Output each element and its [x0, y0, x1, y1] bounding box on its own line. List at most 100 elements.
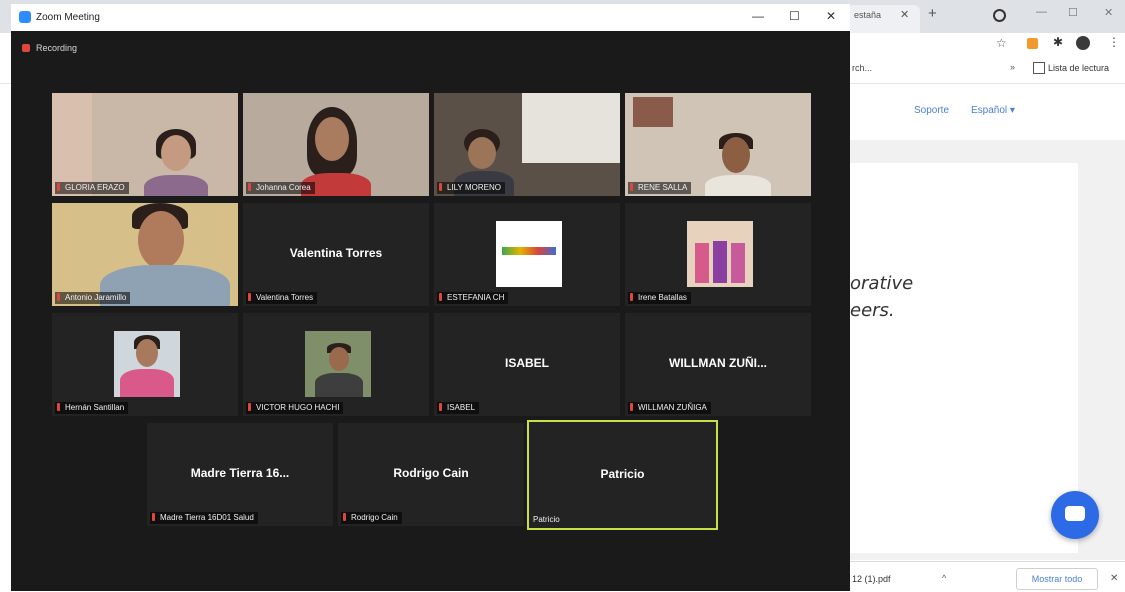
mic-muted-icon: [248, 403, 251, 411]
participant-tile[interactable]: LILY MORENO: [434, 93, 620, 196]
participant-display-name: Patricio: [600, 467, 645, 481]
participant-tile[interactable]: WILLMAN ZUÑI... WILLMAN ZUÑIGA: [625, 313, 811, 416]
participant-display-name: Madre Tierra 16...: [190, 466, 290, 480]
profile-picture-person: [329, 347, 349, 371]
recording-icon: [22, 44, 30, 52]
show-all-downloads-button[interactable]: Mostrar todo: [1016, 568, 1098, 590]
mic-muted-icon: [630, 403, 633, 411]
page-text-line: orative: [850, 273, 914, 294]
close-button[interactable]: ✕: [826, 9, 836, 23]
zoom-logo-icon: [19, 11, 31, 23]
video-person: [705, 175, 771, 196]
participant-tile[interactable]: Madre Tierra 16... Madre Tierra 16D01 Sa…: [147, 423, 333, 526]
browser-tab-close-icon[interactable]: ✕: [900, 8, 909, 21]
video-background: [52, 93, 92, 196]
video-background: [633, 97, 673, 127]
participant-tile[interactable]: Hernán Santillan: [52, 313, 238, 416]
profile-picture-person: [120, 369, 174, 397]
profile-picture: [305, 331, 371, 397]
mic-muted-icon: [57, 183, 60, 191]
participant-tile[interactable]: ESTEFANIA CH: [434, 203, 620, 306]
bookmark-star-icon[interactable]: ☆: [996, 36, 1007, 50]
extensions-puzzle-icon[interactable]: ✱: [1053, 35, 1063, 49]
browser-menu-icon[interactable]: ⋮: [1108, 35, 1120, 49]
mic-muted-icon: [248, 183, 251, 191]
participant-tile[interactable]: VICTOR HUGO HACHI: [243, 313, 429, 416]
bookmark-item[interactable]: rch...: [852, 63, 872, 73]
participant-tile[interactable]: ISABEL ISABEL: [434, 313, 620, 416]
participant-tile[interactable]: Irene Batallas: [625, 203, 811, 306]
participant-tile[interactable]: Johanna Corea: [243, 93, 429, 196]
participant-display-name: Rodrigo Cain: [393, 466, 469, 480]
bookmarks-overflow-icon[interactable]: »: [1010, 62, 1015, 72]
window-title: Zoom Meeting: [36, 12, 100, 23]
video-person: [138, 211, 184, 269]
profile-picture: [114, 331, 180, 397]
zoom-titlebar: Zoom Meeting — ☐ ✕: [11, 4, 850, 31]
mic-muted-icon: [439, 293, 442, 301]
download-file-name[interactable]: 12 (1).pdf: [852, 574, 891, 584]
mic-muted-icon: [630, 293, 633, 301]
profile-picture-figure: [695, 243, 709, 283]
browser-minimize-button[interactable]: —: [1036, 6, 1047, 18]
participant-tile[interactable]: RENE SALLA: [625, 93, 811, 196]
mic-muted-icon: [57, 293, 60, 301]
browser-tab-title[interactable]: estaña: [854, 10, 881, 20]
participant-name-label: GLORIA ERAZO: [55, 182, 129, 194]
video-person: [468, 137, 496, 169]
profile-picture-person: [315, 373, 363, 397]
mic-muted-icon: [152, 513, 155, 521]
mic-muted-icon: [248, 293, 251, 301]
video-person: [315, 117, 349, 161]
chat-icon: [1065, 506, 1085, 521]
participant-name-label: Irene Batallas: [628, 292, 691, 304]
participant-display-name: Valentina Torres: [289, 246, 383, 260]
participant-tile[interactable]: Valentina Torres Valentina Torres: [243, 203, 429, 306]
reading-list-icon[interactable]: [1033, 62, 1045, 74]
profile-picture: [496, 221, 562, 287]
browser-close-button[interactable]: ✕: [1104, 6, 1113, 19]
profile-picture-person: [136, 339, 158, 367]
participant-tile[interactable]: GLORIA ERAZO: [52, 93, 238, 196]
chat-widget-button[interactable]: [1051, 491, 1099, 539]
participant-name-label: Valentina Torres: [246, 292, 318, 304]
minimize-button[interactable]: —: [752, 9, 764, 23]
maximize-button[interactable]: ☐: [789, 9, 800, 23]
participant-name-label: WILLMAN ZUÑIGA: [628, 402, 711, 414]
participant-name-label: Johanna Corea: [246, 182, 315, 194]
mic-muted-icon: [630, 183, 633, 191]
participant-name-label: Patricio: [533, 515, 560, 524]
participant-tile[interactable]: Rodrigo Cain Rodrigo Cain: [338, 423, 524, 526]
participant-name-label: LILY MORENO: [437, 182, 505, 194]
participant-name-label: Madre Tierra 16D01 Salud: [150, 512, 258, 524]
browser-maximize-button[interactable]: ☐: [1068, 6, 1078, 19]
reading-list-button[interactable]: Lista de lectura: [1048, 63, 1109, 73]
mic-muted-icon: [439, 183, 442, 191]
page-text-line: eers.: [850, 300, 895, 321]
profile-picture-figure: [731, 243, 745, 283]
extension-icon[interactable]: [1027, 38, 1038, 49]
profile-avatar[interactable]: [1076, 36, 1090, 50]
record-indicator-icon: [993, 9, 1006, 22]
language-select[interactable]: Español ▾: [971, 105, 1015, 116]
active-speaker-tile[interactable]: Patricio Patricio: [527, 420, 718, 530]
participant-name-label: Hernán Santillan: [55, 402, 129, 414]
page-scrollbar[interactable]: [1118, 140, 1125, 560]
new-tab-button[interactable]: +: [928, 5, 937, 22]
recording-label: Recording: [36, 43, 78, 53]
video-person: [144, 175, 208, 196]
support-link[interactable]: Soporte: [914, 105, 949, 116]
zoom-window: Zoom Meeting — ☐ ✕ Recording GLORIA ERAZ…: [11, 4, 850, 591]
participant-name-label: RENE SALLA: [628, 182, 692, 194]
mic-muted-icon: [439, 403, 442, 411]
download-options-icon[interactable]: ^: [942, 573, 946, 583]
profile-picture-figure: [713, 241, 727, 283]
logo-graphic: [502, 247, 556, 255]
participant-tile[interactable]: Antonio Jaramillo: [52, 203, 238, 306]
video-background: [522, 93, 620, 163]
participant-name-label: ESTEFANIA CH: [437, 292, 509, 304]
mic-muted-icon: [57, 403, 60, 411]
participant-name-label: ISABEL: [437, 402, 480, 414]
download-bar-close-icon[interactable]: ✕: [1110, 573, 1118, 584]
page-content-card: [850, 163, 1078, 553]
